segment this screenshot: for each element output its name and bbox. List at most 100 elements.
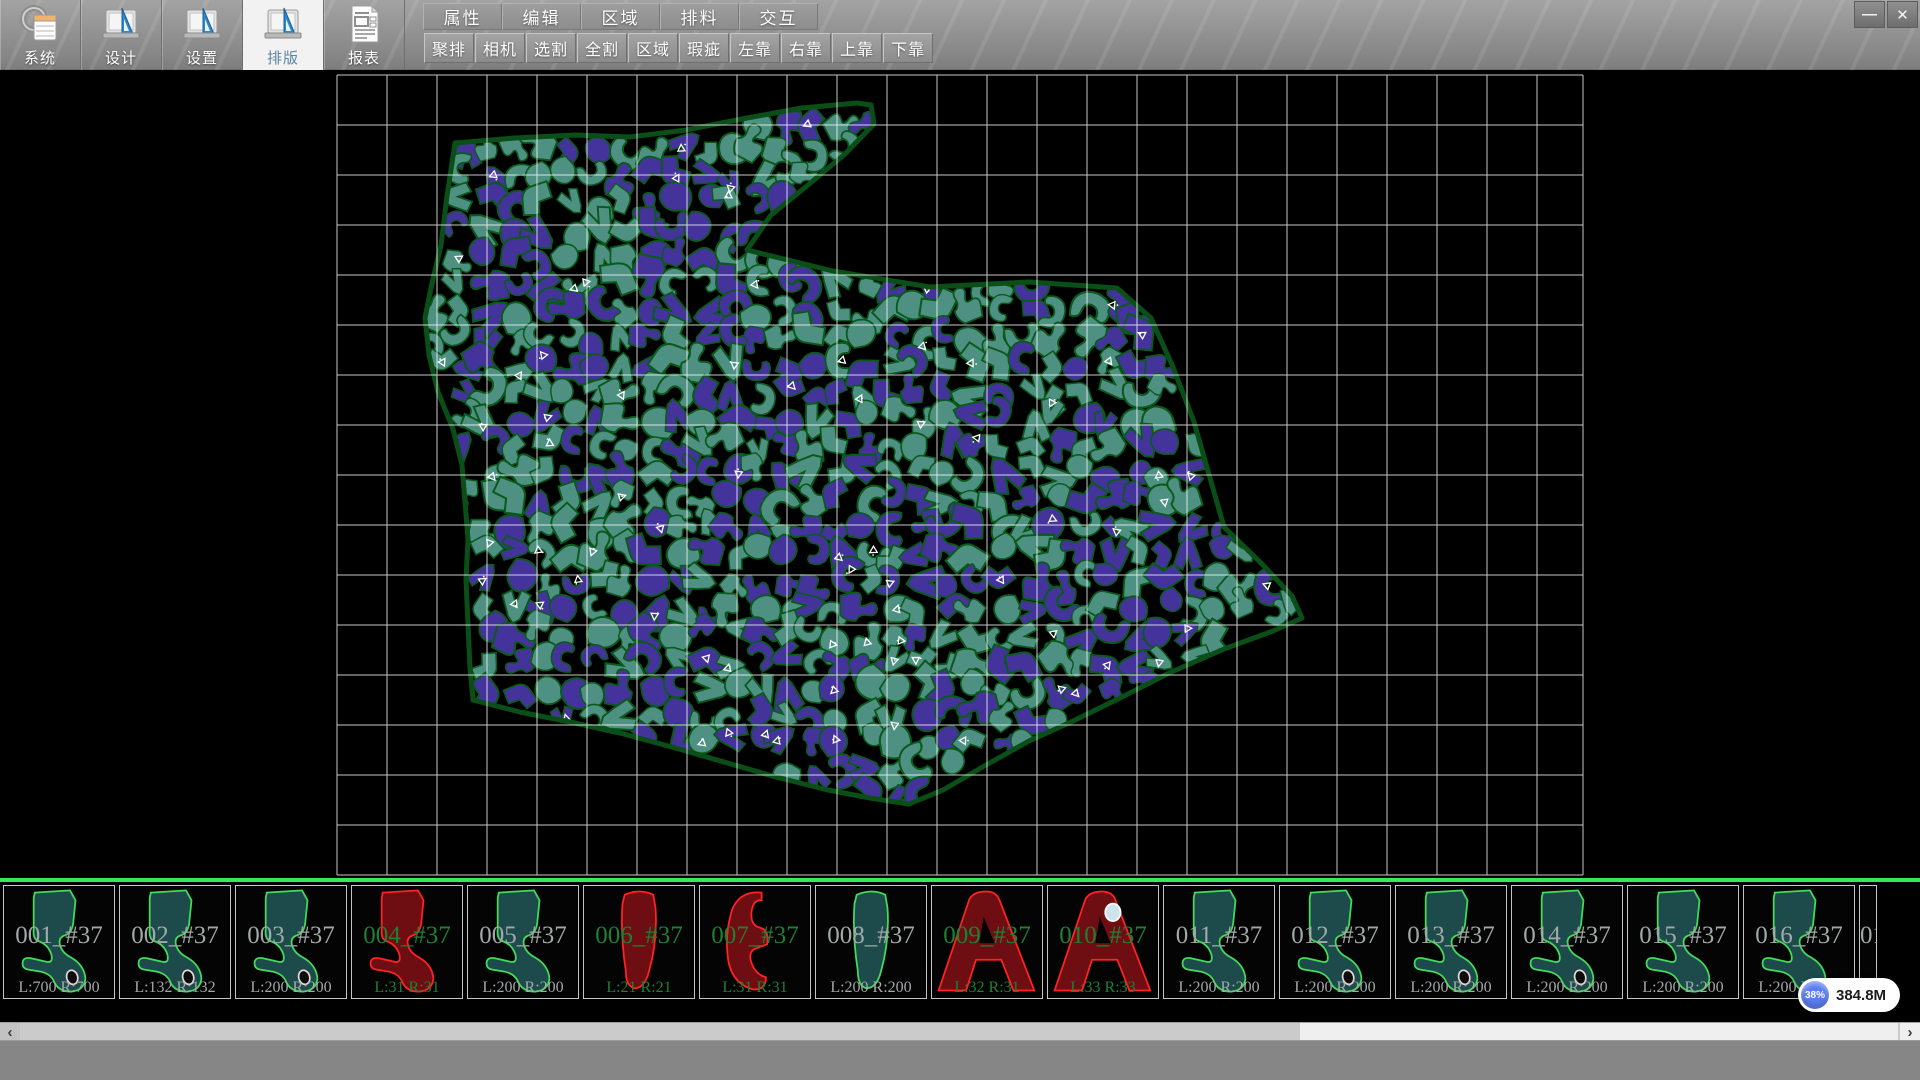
piece-tile-006_#37[interactable]: 006_#37 L:21 R:21 — [583, 885, 695, 999]
close-icon: ✕ — [1896, 6, 1909, 24]
mode-label: 系统 — [24, 47, 56, 68]
piece-lr-stats: L:200 R:200 — [1280, 979, 1390, 997]
piece-tile-013_#37[interactable]: 013_#37 L:200 R:200 — [1395, 885, 1507, 999]
piece-id-label: 005_#37 — [468, 922, 578, 950]
memory-value: 384.8M — [1836, 987, 1886, 1004]
toolbar-chrome: 系统设计设置排版报表 属性编辑区域排料交互 聚排相机选割全割区域瑕疵左靠右靠上靠… — [0, 0, 1920, 70]
piece-id-label: 017_#37 — [1860, 922, 1876, 950]
piece-tile-010_#37[interactable]: 010_#37 L:33 R:33 — [1047, 885, 1159, 999]
piece-id-label: 011_#37 — [1164, 922, 1274, 950]
piece-lr-stats: L:200 R:200 — [816, 979, 926, 997]
mode-label: 设计 — [105, 47, 137, 68]
menu-tab-bar: 属性编辑区域排料交互 — [423, 3, 818, 30]
mode-button-排版[interactable]: 排版 — [243, 0, 324, 70]
menu-tab-交互[interactable]: 交互 — [739, 3, 818, 30]
tool-button-区域[interactable]: 区域 — [628, 33, 678, 63]
piece-lr-stats: L:200 R:200 — [1512, 979, 1622, 997]
piece-tile-003_#37[interactable]: 003_#37 L:200 R:200 — [235, 885, 347, 999]
scroll-left-button[interactable]: ‹ — [0, 1023, 20, 1041]
mode-label: 报表 — [348, 47, 380, 68]
piece-tile-list: 001_#37 L:700 R:700 002_#37L:132 R:132003_… — [3, 885, 1877, 999]
piece-tile-004_#37[interactable]: 004_#37 L:31 R:31 — [351, 885, 463, 999]
nesting-ruler-icon — [262, 3, 304, 45]
piece-tile-009_#37[interactable]: 009_#37 L:32 R:31 — [931, 885, 1043, 999]
piece-id-label: 001_#37 — [4, 922, 114, 950]
nest-drawing — [0, 70, 1920, 878]
menu-tab-区域[interactable]: 区域 — [581, 3, 660, 30]
piece-lr-stats: L:33 R:33 — [1048, 979, 1158, 997]
minimize-icon: — — [1862, 6, 1877, 23]
tool-button-左靠[interactable]: 左靠 — [730, 33, 780, 63]
piece-lr-stats: L:200 R:200 — [1396, 979, 1506, 997]
mode-button-bar: 系统 设计 设置 排版 报表 — [0, 0, 405, 70]
mode-label: 排版 — [267, 47, 299, 68]
tool-button-聚排[interactable]: 聚排 — [424, 33, 474, 63]
piece-lr-stats: L:200 R:200 — [1164, 979, 1274, 997]
menu-tab-编辑[interactable]: 编辑 — [502, 3, 581, 30]
tool-button-瑕疵[interactable]: 瑕疵 — [679, 33, 729, 63]
settings-ruler-icon — [181, 3, 223, 45]
piece-id-label: 007_#37 — [700, 922, 810, 950]
piece-lr-stats: L:200 R:200 — [468, 979, 578, 997]
report-doc-icon — [343, 3, 385, 45]
piece-lr-stats: L:21 R:21 — [584, 979, 694, 997]
piece-id-label: 002_#37 — [120, 922, 230, 950]
design-ruler-icon — [100, 3, 142, 45]
piece-lr-stats: L:31 R:31 — [700, 979, 810, 997]
nesting-canvas[interactable] — [0, 70, 1920, 878]
tool-button-全割[interactable]: 全割 — [577, 33, 627, 63]
piece-lr-stats: L:31 R:31 — [352, 979, 462, 997]
tool-button-选割[interactable]: 选割 — [526, 33, 576, 63]
tool-button-右靠[interactable]: 右靠 — [781, 33, 831, 63]
tool-button-row: 聚排相机选割全割区域瑕疵左靠右靠上靠下靠 — [424, 33, 934, 63]
piece-id-label: 004_#37 — [352, 922, 462, 950]
horizontal-scrollbar[interactable]: ‹ › — [0, 1022, 1920, 1040]
mode-button-设计[interactable]: 设计 — [81, 0, 162, 70]
piece-tile-005_#37[interactable]: 005_#37 L:200 R:200 — [467, 885, 579, 999]
piece-id-label: 016_#37 — [1744, 922, 1854, 950]
window-controls: — ✕ — [1854, 1, 1918, 28]
piece-lr-stats: L:200 R:200 — [1628, 979, 1738, 997]
mode-button-系统[interactable]: 系统 — [0, 0, 81, 70]
progress-circle: 38% — [1801, 981, 1829, 1009]
tool-button-下靠[interactable]: 下靠 — [883, 33, 933, 63]
app-window: { "window": { "controls": { "minimize_ic… — [0, 0, 1920, 1080]
piece-id-label: 003_#37 — [236, 922, 346, 950]
tool-button-上靠[interactable]: 上靠 — [832, 33, 882, 63]
system-gear-icon — [19, 3, 61, 45]
piece-tile-014_#37[interactable]: 014_#37 L:200 R:200 — [1511, 885, 1623, 999]
piece-tile-011_#37[interactable]: 011_#37 L:200 R:200 — [1163, 885, 1275, 999]
piece-tile-012_#37[interactable]: 012_#37 L:200 R:200 — [1279, 885, 1391, 999]
mode-label: 设置 — [186, 47, 218, 68]
piece-lr-stats: L:32 R:31 — [932, 979, 1042, 997]
status-bar — [0, 1040, 1920, 1080]
scroll-left-icon: ‹ — [8, 1024, 13, 1041]
mode-button-设置[interactable]: 设置 — [162, 0, 243, 70]
piece-id-label: 012_#37 — [1280, 922, 1390, 950]
mode-button-报表[interactable]: 报表 — [324, 0, 405, 70]
tool-button-相机[interactable]: 相机 — [475, 33, 525, 63]
close-button[interactable]: ✕ — [1887, 1, 1918, 28]
piece-tile-001_#37[interactable]: 001_#37 L:700 R:700 — [3, 885, 115, 999]
menu-tab-属性[interactable]: 属性 — [423, 3, 502, 30]
piece-id-label: 009_#37 — [932, 922, 1042, 950]
piece-lr-stats: L:700 R:700 — [4, 979, 114, 997]
piece-tile-008_#37[interactable]: 008_#37 L:200 R:200 — [815, 885, 927, 999]
piece-id-label: 010_#37 — [1048, 922, 1158, 950]
piece-id-label: 008_#37 — [816, 922, 926, 950]
minimize-button[interactable]: — — [1854, 1, 1885, 28]
piece-id-label: 013_#37 — [1396, 922, 1506, 950]
scrollbar-thumb[interactable] — [1300, 1023, 1898, 1041]
menu-tab-排料[interactable]: 排料 — [660, 3, 739, 30]
piece-id-label: 006_#37 — [584, 922, 694, 950]
piece-tile-007_#37[interactable]: 007_#37 L:31 R:31 — [699, 885, 811, 999]
scroll-right-icon: › — [1908, 1024, 1913, 1041]
piece-tile-002_#37[interactable]: 002_#37L:132 R:132 — [119, 885, 231, 999]
piece-filmstrip: 001_#37 L:700 R:700 002_#37L:132 R:132003_… — [0, 878, 1920, 1004]
scroll-right-button[interactable]: › — [1900, 1023, 1920, 1041]
piece-id-label: 015_#37 — [1628, 922, 1738, 950]
memory-badge[interactable]: 38% 384.8M — [1798, 978, 1900, 1012]
piece-id-label: 014_#37 — [1512, 922, 1622, 950]
piece-lr-stats: L:200 R:200 — [236, 979, 346, 997]
piece-tile-015_#37[interactable]: 015_#37 L:200 R:200 — [1627, 885, 1739, 999]
